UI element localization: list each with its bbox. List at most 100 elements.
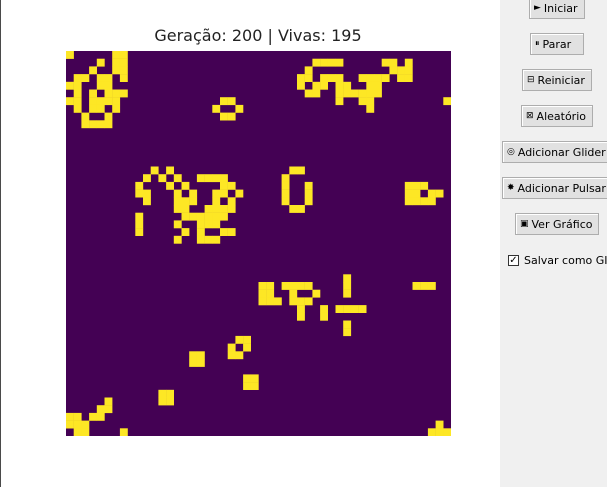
alive-cell [112,89,121,98]
save-gif-label: Salvar como GIF [524,254,607,267]
alive-cell [304,189,313,198]
alive-cell [227,205,236,213]
alive-cell [158,174,167,183]
view-graph-button[interactable]: ▣ Ver Gráfico [515,213,599,235]
alive-cell [343,81,352,90]
alive-cell [66,412,74,421]
alive-cell [73,428,82,436]
alive-cell [412,197,421,206]
alive-cell [158,389,167,398]
alive-cell [435,189,444,198]
alive-cell [335,81,344,90]
alive-cell [220,112,228,121]
alive-cell [397,66,405,75]
alive-cell [96,104,105,113]
alive-cell [173,205,182,213]
life-grid[interactable] [66,51,451,436]
alive-cell [320,81,328,90]
alive-cell [73,412,82,421]
alive-cell [196,235,205,244]
alive-cell [204,212,213,221]
random-button[interactable]: ⊠ Aleatório [521,105,593,127]
alive-cell [66,97,74,106]
alive-cell [204,205,213,213]
alive-cell [181,197,190,206]
alive-cell [374,89,382,98]
alive-cell [189,359,198,367]
alive-cell [173,174,182,183]
alive-cell [189,212,198,221]
alive-cell [235,335,244,344]
alive-cell [196,174,205,183]
alive-cell [389,66,398,75]
alive-cell [135,220,144,229]
alive-cell [281,189,290,198]
alive-cell [250,374,259,383]
alive-cell [104,120,113,129]
alive-cell [443,428,451,436]
alive-cell [119,89,128,98]
alive-cell [181,228,190,236]
alive-cell [343,282,352,290]
alive-cell [73,74,82,82]
alive-cell [358,89,367,98]
alive-cell [404,189,413,198]
alive-cell [96,97,105,106]
alive-cell [289,289,298,298]
alive-cell [243,382,251,390]
view-graph-button-label: Ver Gráfico [531,217,593,231]
alive-cell [358,97,367,106]
alive-cell [235,351,244,360]
pause-button[interactable]: ⏸ Parar [530,33,584,55]
alive-cell [343,89,352,98]
checkmark-icon[interactable]: ✓ [508,255,519,266]
alive-cell [173,220,182,229]
alive-cell [304,297,313,306]
save-gif-checkbox[interactable]: ✓ Salvar como GIF [508,254,607,267]
simulation-panel: Geração: 200 | Vivas: 195 [0,0,500,487]
alive-cell [189,189,198,198]
alive-cell [327,58,336,67]
alive-cell [220,228,228,236]
alive-cell [427,197,436,206]
alive-cell [343,274,352,283]
add-glider-button[interactable]: ◎ Adicionar Glider [502,141,607,163]
alive-cell [366,81,375,90]
pulsar-icon: ✸ [507,183,515,193]
alive-cell [320,58,328,67]
alive-cell [189,197,198,206]
alive-cell [104,89,113,98]
alive-cell [181,205,190,213]
alive-cell [304,197,313,206]
alive-cell [181,212,190,221]
reset-button-label: Reiniciar [537,73,585,87]
alive-cell [304,66,313,75]
alive-cell [427,428,436,436]
alive-cell [173,235,182,244]
alive-cell [427,189,436,198]
alive-cell [350,89,359,98]
alive-cell [435,428,444,436]
alive-cell [81,74,90,82]
alive-cell [289,282,298,290]
alive-cell [212,197,221,206]
alive-cell [104,81,113,90]
alive-cell [343,328,352,337]
reset-button[interactable]: ⊟ Reiniciar [522,69,592,91]
generation-status-title: Geração: 200 | Vivas: 195 [154,26,362,45]
alive-cell [119,58,128,67]
alive-cell [412,282,421,290]
alive-cell [104,112,113,121]
alive-cell [297,282,305,290]
alive-cell [196,351,205,360]
add-pulsar-button[interactable]: ✸ Adicionar Pulsar [502,177,607,199]
alive-cell [89,120,97,129]
alive-cell [119,428,128,436]
reset-icon: ⊟ [527,75,535,85]
alive-cell [227,112,236,121]
start-button[interactable]: ► Iniciar [529,0,585,19]
alive-cell [312,58,321,67]
alive-cell [96,58,105,67]
alive-cell [297,81,305,90]
alive-cell [404,58,413,67]
